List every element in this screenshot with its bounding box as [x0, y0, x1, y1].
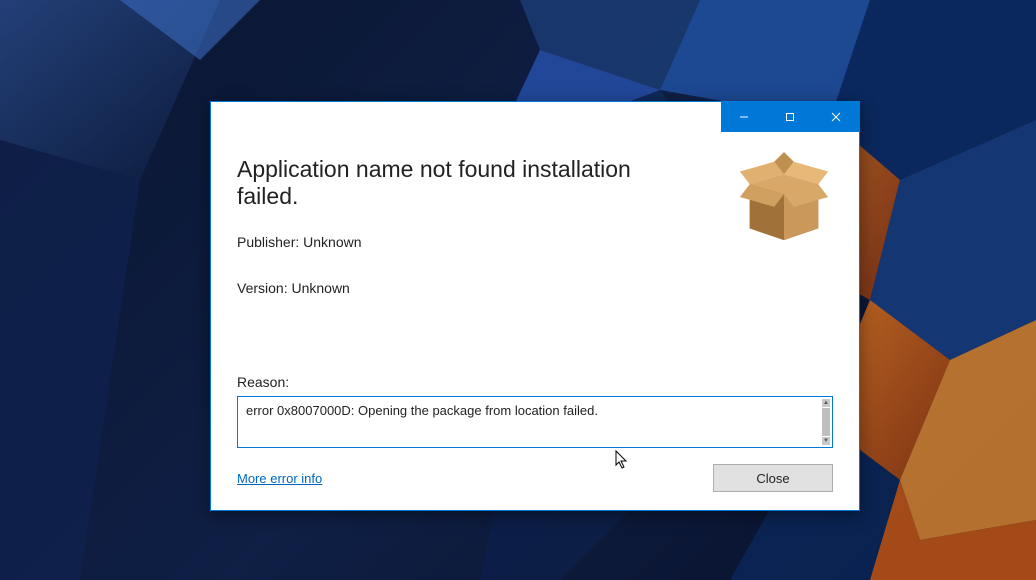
scroll-down-icon[interactable]: ▼: [822, 437, 830, 445]
reason-label: Reason:: [237, 374, 833, 390]
reason-text: error 0x8007000D: Opening the package fr…: [246, 403, 598, 418]
installation-failed-dialog: Application name not found installation …: [210, 101, 860, 511]
reason-textbox[interactable]: error 0x8007000D: Opening the package fr…: [237, 396, 833, 448]
package-box-icon: [735, 150, 833, 248]
scrollbar[interactable]: ▲ ▼: [822, 399, 830, 445]
close-button[interactable]: Close: [713, 464, 833, 492]
dialog-title: Application name not found installation …: [237, 156, 687, 210]
dialog-content: Application name not found installation …: [211, 132, 859, 510]
more-error-info-link[interactable]: More error info: [237, 471, 322, 486]
scroll-thumb[interactable]: [822, 408, 830, 436]
dialog-footer: More error info Close: [237, 464, 833, 492]
minimize-button[interactable]: [721, 102, 767, 132]
maximize-button[interactable]: [767, 102, 813, 132]
version-label: Version: Unknown: [237, 280, 833, 296]
close-window-button[interactable]: [813, 102, 859, 132]
scroll-up-icon[interactable]: ▲: [822, 399, 830, 407]
titlebar: [211, 102, 859, 132]
